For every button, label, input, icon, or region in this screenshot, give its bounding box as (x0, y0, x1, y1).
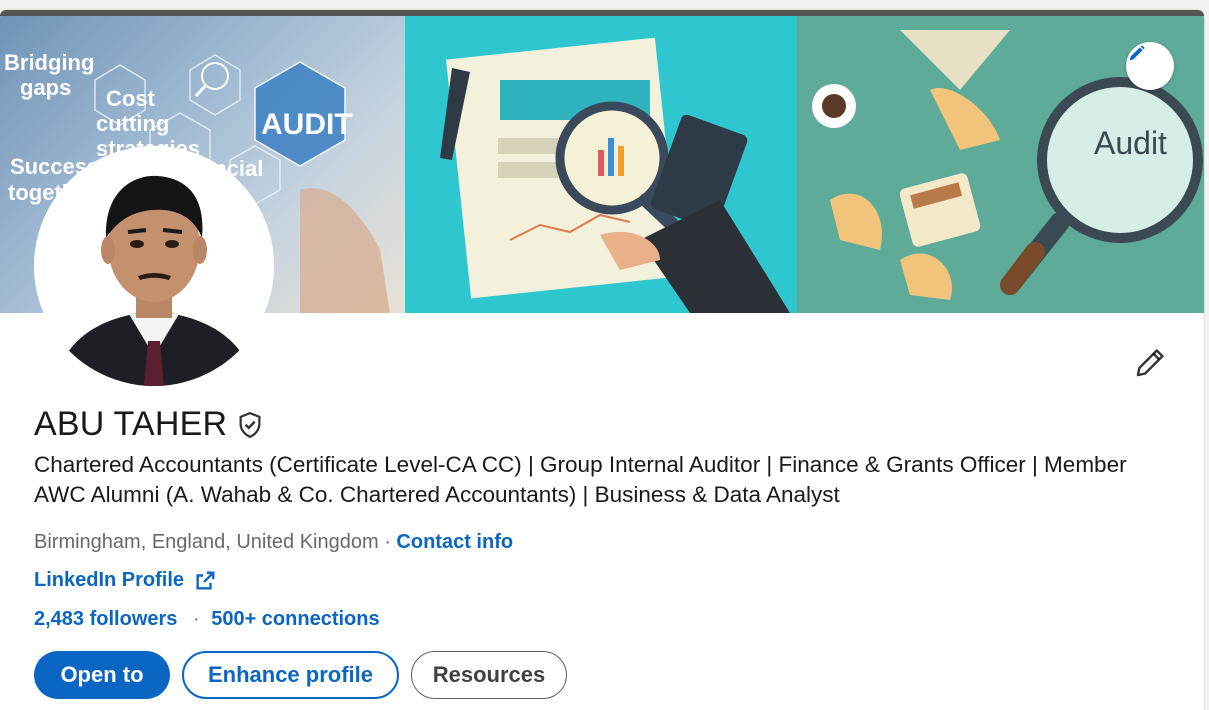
profile-actions: Open to Enhance profile Resources (34, 651, 567, 699)
followers-link[interactable]: 2,483 followers (34, 608, 177, 630)
card-top-strip (0, 10, 1204, 16)
profile-headline: Chartered Accountants (Certificate Level… (34, 452, 1127, 507)
edit-intro-button[interactable] (1130, 343, 1170, 383)
avatar-image (34, 146, 274, 386)
edit-banner-button[interactable] (1126, 42, 1174, 90)
pencil-icon (1136, 349, 1164, 377)
profile-card: AUDIT Bridging gaps Cost cutting strateg… (0, 10, 1204, 710)
linkedin-profile-row: LinkedIn Profile (34, 569, 216, 592)
contact-info-link[interactable]: Contact info (396, 531, 513, 553)
banner-audit-lens-text: Audit (1094, 125, 1167, 161)
name-row: ABU TAHER (34, 405, 267, 444)
enhance-profile-button[interactable]: Enhance profile (182, 651, 399, 699)
linkedin-profile-link[interactable]: LinkedIn Profile (34, 569, 184, 592)
location-row: Birmingham, England, United Kingdom · Co… (34, 531, 513, 554)
profile-name: ABU TAHER (34, 405, 228, 443)
profile-location: Birmingham, England, United Kingdom (34, 531, 379, 553)
connections-link[interactable]: 500+ connections (211, 608, 379, 630)
profile-photo[interactable] (34, 146, 274, 386)
pencil-icon (1129, 45, 1145, 61)
stats-separator: · (192, 608, 200, 630)
svg-text:cutting: cutting (96, 111, 169, 136)
svg-text:Cost: Cost (106, 86, 156, 111)
external-link-icon[interactable] (194, 570, 216, 592)
svg-text:gaps: gaps (20, 75, 71, 100)
svg-text:Bridging: Bridging (4, 50, 94, 75)
banner-audit-hex-text: AUDIT (261, 108, 353, 141)
open-to-button[interactable]: Open to (34, 651, 170, 699)
resources-button[interactable]: Resources (411, 651, 567, 699)
network-stats-row: 2,483 followers · 500+ connections (34, 608, 380, 631)
location-separator: · (378, 531, 397, 553)
verified-shield-icon[interactable] (235, 409, 267, 441)
